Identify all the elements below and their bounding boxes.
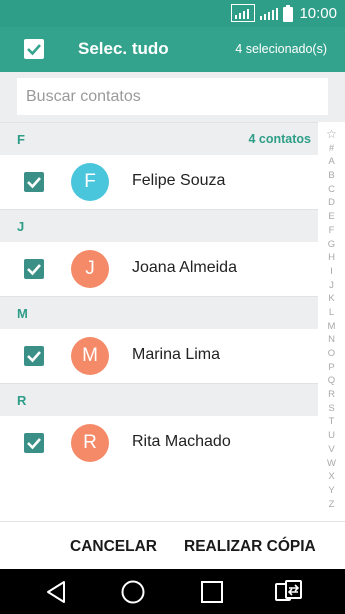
status-bar: 10:00 xyxy=(0,0,345,27)
alphabet-index[interactable]: ☆ # A B C D E F G H I J K L M N O P Q R … xyxy=(318,127,345,512)
contact-name: Rita Machado xyxy=(132,433,231,450)
index-letter[interactable]: A xyxy=(318,155,345,169)
contact-checkbox[interactable] xyxy=(24,259,44,279)
index-letter[interactable]: # xyxy=(318,142,345,156)
copy-button[interactable]: REALIZAR CÓPIA xyxy=(184,538,316,556)
search-area xyxy=(0,72,345,122)
contact-name: Joana Almeida xyxy=(132,259,237,276)
index-letter[interactable]: W xyxy=(318,457,345,471)
contact-checkbox[interactable] xyxy=(24,433,44,453)
clock: 10:00 xyxy=(299,4,337,22)
index-letter[interactable]: H xyxy=(318,251,345,265)
back-icon[interactable] xyxy=(42,577,72,607)
status-icons: 10:00 xyxy=(231,4,337,22)
section-header-f: F 4 contatos xyxy=(0,122,318,155)
index-letter[interactable]: L xyxy=(318,306,345,320)
app-bar: Selec. tudo 4 selecionado(s) xyxy=(0,27,345,72)
section-header-m: M xyxy=(0,296,318,329)
index-letter[interactable]: N xyxy=(318,333,345,347)
avatar: J xyxy=(71,250,109,288)
index-letter[interactable]: M xyxy=(318,320,345,334)
index-letter[interactable]: Z xyxy=(318,498,345,512)
switch-sim-icon[interactable] xyxy=(274,577,304,607)
index-letter[interactable]: Q xyxy=(318,374,345,388)
select-all-checkbox[interactable] xyxy=(24,39,44,59)
index-letter[interactable]: I xyxy=(318,265,345,279)
index-letter[interactable]: F xyxy=(318,224,345,238)
index-letter[interactable]: P xyxy=(318,361,345,375)
index-letter[interactable]: C xyxy=(318,183,345,197)
bottom-action-bar: CANCELAR REALIZAR CÓPIA xyxy=(0,521,345,569)
contact-row-felipe[interactable]: F Felipe Souza xyxy=(0,155,318,209)
checkmark-icon xyxy=(27,177,41,189)
section-letter: F xyxy=(17,132,25,147)
index-favorites[interactable]: ☆ xyxy=(318,127,345,142)
index-letter[interactable]: J xyxy=(318,279,345,293)
checkmark-icon xyxy=(27,44,41,56)
recents-icon[interactable] xyxy=(197,577,227,607)
contact-row-marina[interactable]: M Marina Lima xyxy=(0,329,318,383)
index-letter[interactable]: K xyxy=(318,292,345,306)
contact-checkbox[interactable] xyxy=(24,172,44,192)
home-icon[interactable] xyxy=(118,577,148,607)
index-letter[interactable]: D xyxy=(318,196,345,210)
section-letter: M xyxy=(17,306,28,321)
contact-row-rita[interactable]: R Rita Machado xyxy=(0,416,318,470)
search-input[interactable] xyxy=(17,78,328,115)
index-letter[interactable]: R xyxy=(318,388,345,402)
checkmark-icon xyxy=(27,438,41,450)
contact-checkbox[interactable] xyxy=(24,346,44,366)
select-all-label[interactable]: Selec. tudo xyxy=(78,39,169,59)
contact-name: Felipe Souza xyxy=(132,172,226,189)
index-letter[interactable]: U xyxy=(318,429,345,443)
contact-name: Marina Lima xyxy=(132,346,221,363)
index-letter[interactable]: S xyxy=(318,402,345,416)
battery-icon xyxy=(283,4,294,22)
cancel-button[interactable]: CANCELAR xyxy=(70,538,157,556)
section-letter: J xyxy=(17,219,25,234)
section-header-r: R xyxy=(0,383,318,416)
contact-row-joana[interactable]: J Joana Almeida xyxy=(0,242,318,296)
index-letter[interactable]: G xyxy=(318,238,345,252)
index-letter[interactable]: X xyxy=(318,470,345,484)
section-letter: R xyxy=(17,393,27,408)
contact-count: 4 contatos xyxy=(248,132,311,146)
avatar: R xyxy=(71,424,109,462)
checkmark-icon xyxy=(27,351,41,363)
selected-count: 4 selecionado(s) xyxy=(235,42,327,56)
contact-list: F 4 contatos F Felipe Souza J J Joana Al… xyxy=(0,122,318,470)
index-letter[interactable]: V xyxy=(318,443,345,457)
index-letter[interactable]: B xyxy=(318,169,345,183)
system-nav-bar xyxy=(0,569,345,614)
signal-icon xyxy=(231,4,256,22)
avatar: M xyxy=(71,337,109,375)
index-letter[interactable]: E xyxy=(318,210,345,224)
index-letter[interactable]: Y xyxy=(318,484,345,498)
checkmark-icon xyxy=(27,264,41,276)
section-header-j: J xyxy=(0,209,318,242)
index-letter[interactable]: T xyxy=(318,415,345,429)
signal-icon xyxy=(260,7,279,20)
index-letter[interactable]: O xyxy=(318,347,345,361)
avatar: F xyxy=(71,163,109,201)
